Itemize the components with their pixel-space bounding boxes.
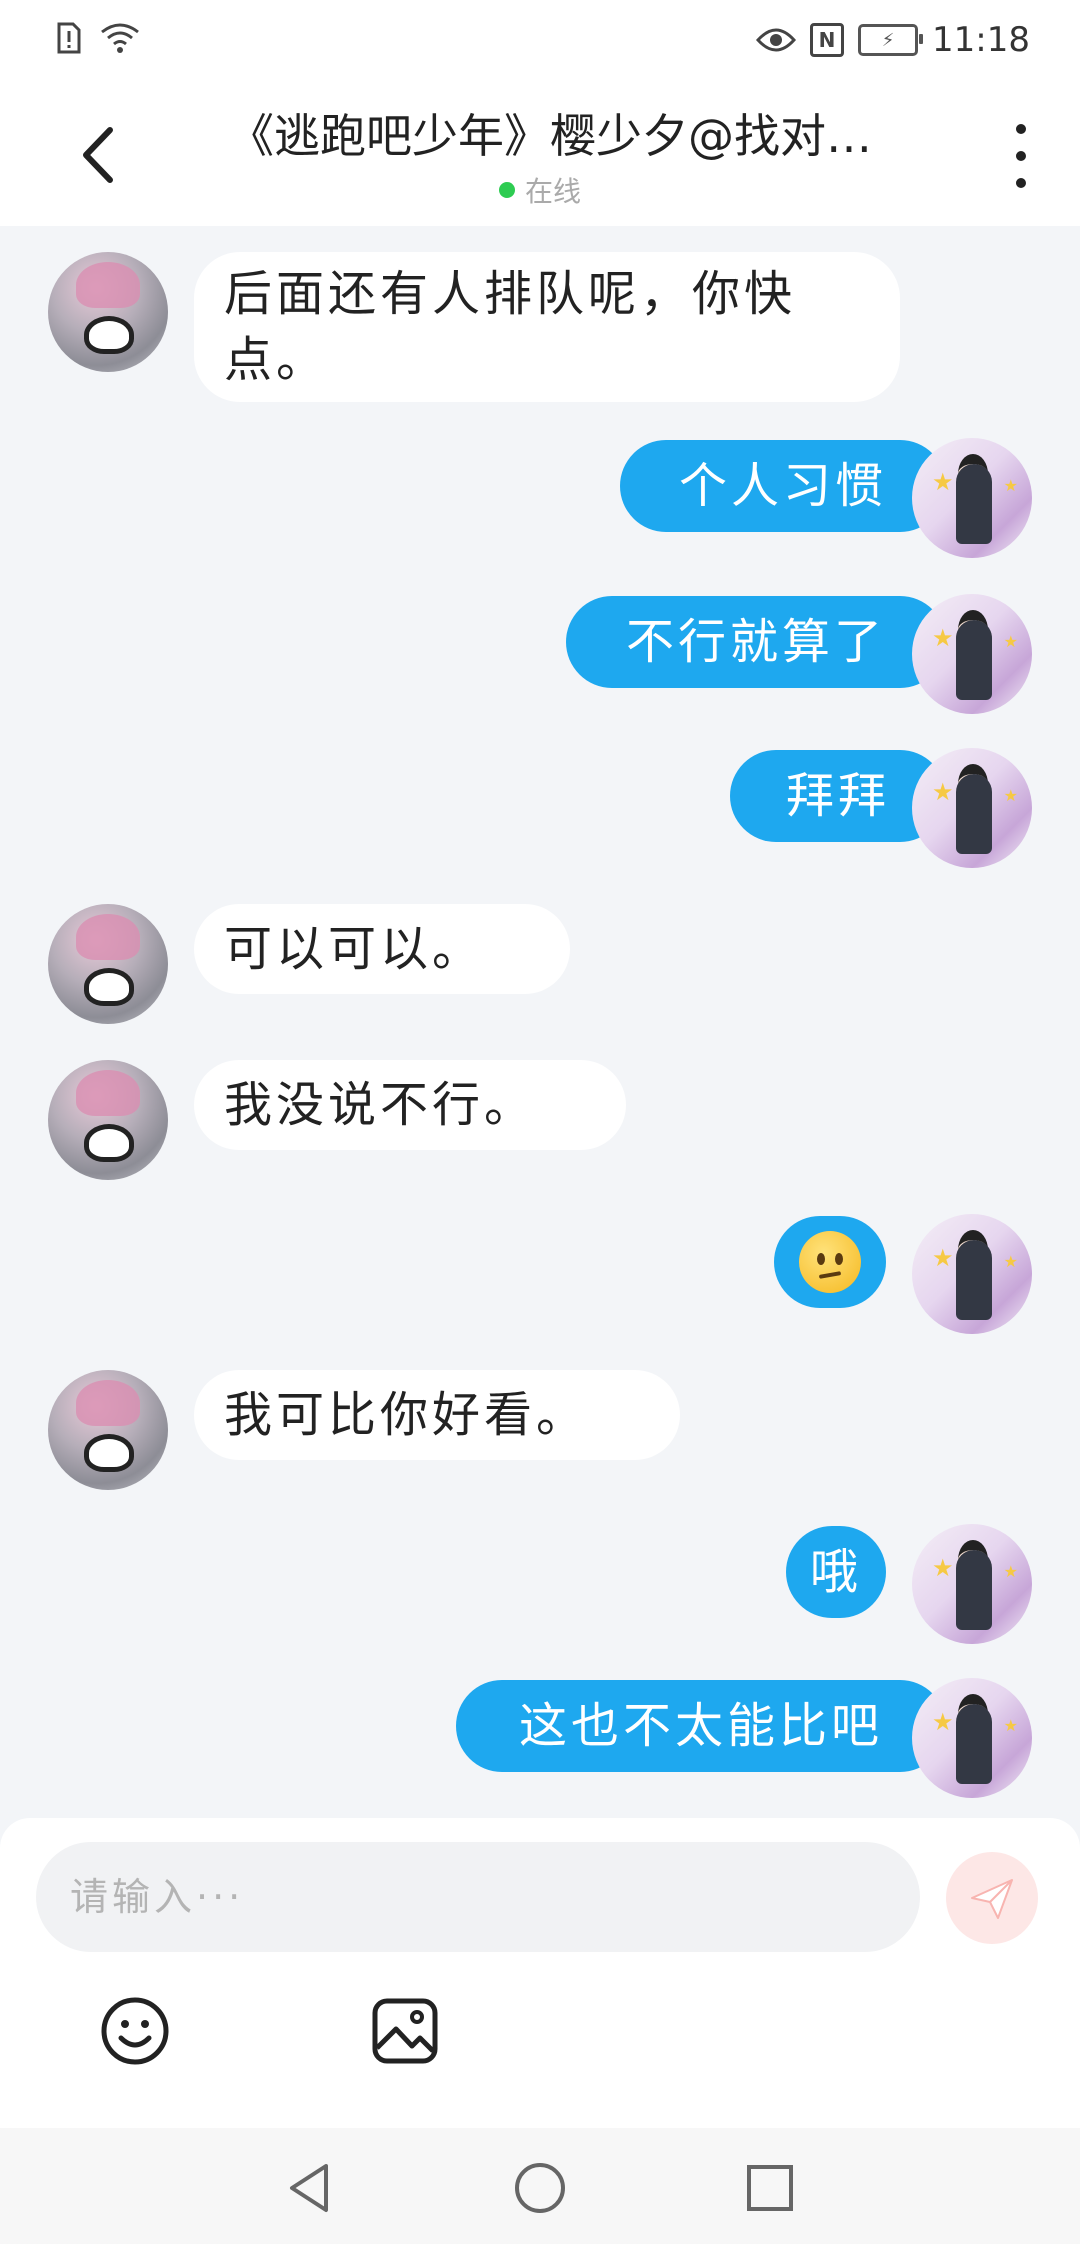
more-dot-icon (1016, 124, 1026, 134)
nav-recents-button[interactable] (742, 2160, 798, 2216)
message-bubble-sent[interactable]: 不行就算了 (566, 596, 946, 688)
message-text: 这也不太能比吧 (518, 1698, 883, 1754)
image-button[interactable] (370, 1996, 440, 2066)
message-text: 拜拜 (785, 768, 890, 824)
message-text: 我可比你好看。 (224, 1387, 589, 1443)
clock: 11:18 (932, 20, 1030, 60)
compose-panel (0, 1818, 1080, 2128)
eye-icon (756, 28, 797, 52)
online-dot-icon (498, 182, 515, 198)
sim-alert-icon (57, 22, 81, 54)
system-navigation-bar (0, 2128, 1080, 2244)
circle-home-icon (515, 2163, 565, 2213)
chat-title: 《逃跑吧少年》樱少夕@找对… (228, 109, 872, 163)
send-icon (971, 1879, 1013, 1919)
message-bubble-received[interactable]: 我可比你好看。 (194, 1370, 680, 1460)
online-status-label: 在线 (524, 175, 581, 208)
message-text: 哦 (809, 1544, 862, 1600)
status-bar: N ⚡ 11:18 (0, 0, 1080, 84)
image-icon (372, 1998, 438, 2064)
contact-avatar[interactable] (48, 1370, 168, 1490)
message-bubble-received[interactable]: 后面还有人排队呢，你快点。 (194, 252, 900, 402)
contact-avatar[interactable] (48, 904, 168, 1024)
my-avatar[interactable]: ★ ★ (912, 1678, 1032, 1798)
wifi-icon (101, 23, 139, 53)
message-bubble-sent[interactable]: 哦 (786, 1526, 886, 1618)
message-bubble-sent[interactable]: 个人习惯 (620, 440, 946, 532)
emoji-icon (101, 1997, 169, 2065)
emoji-button[interactable] (100, 1996, 170, 2066)
chat-header: 《逃跑吧少年》樱少夕@找对… 在线 (0, 84, 1080, 226)
nav-back-button[interactable] (282, 2160, 338, 2216)
my-avatar[interactable]: ★ ★ (912, 1214, 1032, 1334)
nfc-icon: N (810, 23, 845, 57)
contact-avatar[interactable] (48, 1060, 168, 1180)
more-dot-icon (1016, 178, 1026, 188)
nav-home-button[interactable] (512, 2160, 568, 2216)
more-dot-icon (1016, 151, 1026, 161)
my-avatar[interactable]: ★ ★ (912, 438, 1032, 558)
message-text: 个人习惯 (678, 458, 887, 514)
message-text: 后面还有人排队呢，你快点。 (224, 266, 797, 388)
online-status: 在线 (0, 170, 1080, 210)
confused-face-emoji-icon (799, 1231, 861, 1293)
message-text: 可以可以。 (224, 921, 485, 977)
my-avatar[interactable]: ★ ★ (912, 594, 1032, 714)
message-bubble-received[interactable]: 我没说不行。 (194, 1060, 626, 1150)
battery-charging-icon: ⚡ (858, 24, 924, 56)
triangle-back-icon (290, 2164, 328, 2212)
message-bubble-sent[interactable] (774, 1216, 886, 1308)
send-button[interactable] (946, 1852, 1038, 1944)
message-text: 我没说不行。 (224, 1077, 537, 1133)
message-text: 不行就算了 (625, 614, 886, 670)
more-options-button[interactable] (1006, 124, 1036, 188)
my-avatar[interactable]: ★ ★ (912, 748, 1032, 868)
message-bubble-received[interactable]: 可以可以。 (194, 904, 570, 994)
contact-avatar[interactable] (48, 252, 168, 372)
message-input[interactable] (36, 1842, 920, 1952)
square-recents-icon (747, 2165, 793, 2211)
my-avatar[interactable]: ★ ★ (912, 1524, 1032, 1644)
message-bubble-sent[interactable]: 这也不太能比吧 (456, 1680, 946, 1772)
